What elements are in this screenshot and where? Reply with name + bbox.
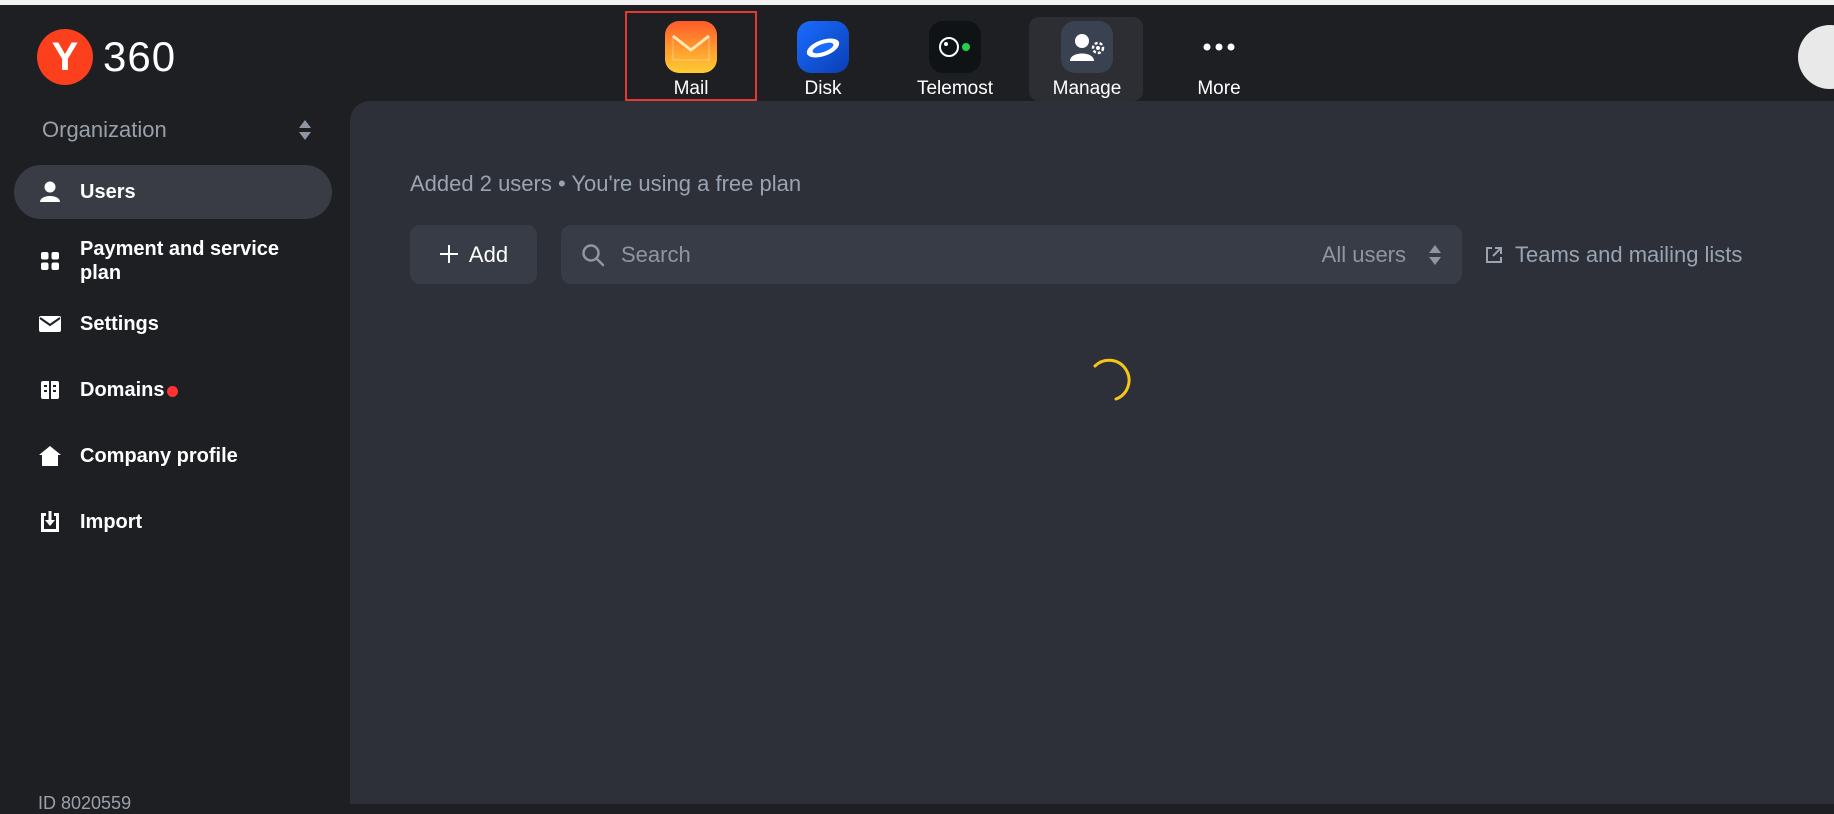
import-icon (38, 510, 62, 534)
search-icon (582, 243, 605, 266)
home-icon (38, 444, 62, 468)
sidebar-item-payment[interactable]: Payment and service plan (14, 231, 332, 291)
notification-dot (167, 385, 179, 397)
app-label-more: More (1197, 78, 1241, 99)
app-mail[interactable]: Mail (625, 11, 757, 101)
search-input[interactable] (619, 240, 1322, 269)
sidebar-item-label: Domains (80, 379, 165, 401)
user-filter-select[interactable]: All users (1322, 242, 1442, 268)
sort-arrows-icon (1429, 244, 1441, 265)
envelope-icon (38, 312, 62, 336)
sidebar-item-settings[interactable]: Settings (14, 297, 332, 351)
mail-icon (665, 21, 717, 73)
app-label-mail: Mail (673, 78, 709, 99)
yandex-logo-badge: Y (37, 29, 93, 85)
yandex-360-logo[interactable]: Y 360 (37, 29, 176, 85)
plus-icon (439, 241, 459, 269)
grid-icon (38, 249, 62, 273)
domains-icon (38, 378, 62, 402)
organization-selector[interactable]: Organization (42, 115, 312, 145)
external-link-icon (1486, 246, 1502, 263)
more-dots-icon (1193, 21, 1245, 73)
sidebar-item-label: Settings (80, 313, 159, 335)
app-label-telemost: Telemost (916, 78, 994, 99)
organization-label: Organization (42, 117, 167, 142)
app-telemost[interactable]: Telemost (889, 11, 1021, 101)
sidebar-item-label: Company profile (80, 445, 238, 467)
main-content: Added 2 users • You're using a free plan… (350, 101, 1834, 804)
app-label-manage: Manage (1052, 78, 1122, 99)
user-icon (38, 180, 62, 204)
sort-arrows-icon (299, 120, 311, 140)
sidebar-item-users[interactable]: Users (14, 165, 332, 219)
sidebar-item-company-profile[interactable]: Company profile (14, 429, 332, 483)
users-summary: Added 2 users • You're using a free plan (410, 171, 802, 196)
sidebar-item-label: Payment and service plan (80, 238, 279, 284)
sidebar-item-label: Users (80, 181, 136, 203)
sidebar-item-domains[interactable]: Domains (14, 363, 332, 417)
logo-text: 360 (103, 33, 177, 80)
manage-icon (1061, 21, 1113, 73)
user-avatar[interactable] (1798, 25, 1834, 89)
app-disk[interactable]: Disk (757, 11, 889, 101)
loading-spinner-icon (1093, 358, 1131, 401)
teams-link-label: Teams and mailing lists (1515, 241, 1743, 267)
teams-mailing-lists-link[interactable]: Teams and mailing lists (1485, 225, 1742, 284)
app-more[interactable]: More (1153, 11, 1285, 101)
sidebar: Organization Users Payment and service p… (0, 101, 350, 813)
top-header: Y 360 Mail Disk Telemost Manage More (0, 5, 1834, 101)
sidebar-item-import[interactable]: Import (14, 495, 332, 549)
app-manage[interactable]: Manage (1021, 11, 1153, 101)
sidebar-nav: Users Payment and service plan Settings … (14, 165, 332, 561)
filter-value: All users (1321, 241, 1406, 267)
app-label-disk: Disk (804, 78, 842, 99)
add-button-label: Add (468, 241, 509, 267)
sidebar-item-label: Import (80, 511, 143, 533)
disk-icon (797, 21, 849, 73)
search-bar: All users (561, 225, 1462, 284)
add-user-button[interactable]: Add (410, 225, 537, 284)
telemost-icon (929, 21, 981, 73)
app-switcher: Mail Disk Telemost Manage More (625, 11, 1285, 101)
